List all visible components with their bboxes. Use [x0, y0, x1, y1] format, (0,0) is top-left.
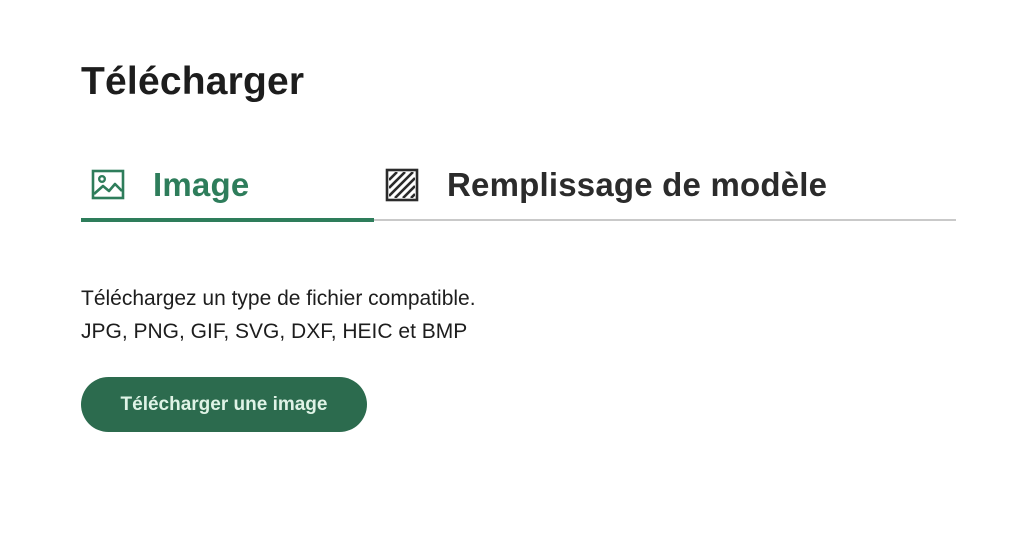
tab-pattern-fill-label: Remplissage de modèle [447, 166, 828, 203]
file-type-description: Téléchargez un type de fichier compatibl… [81, 282, 476, 348]
active-tab-indicator [81, 218, 374, 222]
pattern-fill-icon [385, 168, 419, 202]
description-line: Téléchargez un type de fichier compatibl… [81, 287, 476, 310]
page-title: Télécharger [81, 60, 305, 103]
tab-image[interactable]: Image [81, 150, 374, 222]
image-icon [91, 168, 125, 202]
upload-panel: Télécharger Image Remplissage de modèle … [81, 0, 956, 550]
tab-pattern-fill[interactable]: Remplissage de modèle [385, 150, 956, 220]
upload-image-button[interactable]: Télécharger une image [81, 377, 367, 432]
tab-image-label: Image [153, 166, 250, 203]
supported-formats: JPG, PNG, GIF, SVG, DXF, HEIC et BMP [81, 320, 468, 343]
tab-bar: Image Remplissage de modèle [81, 150, 956, 222]
